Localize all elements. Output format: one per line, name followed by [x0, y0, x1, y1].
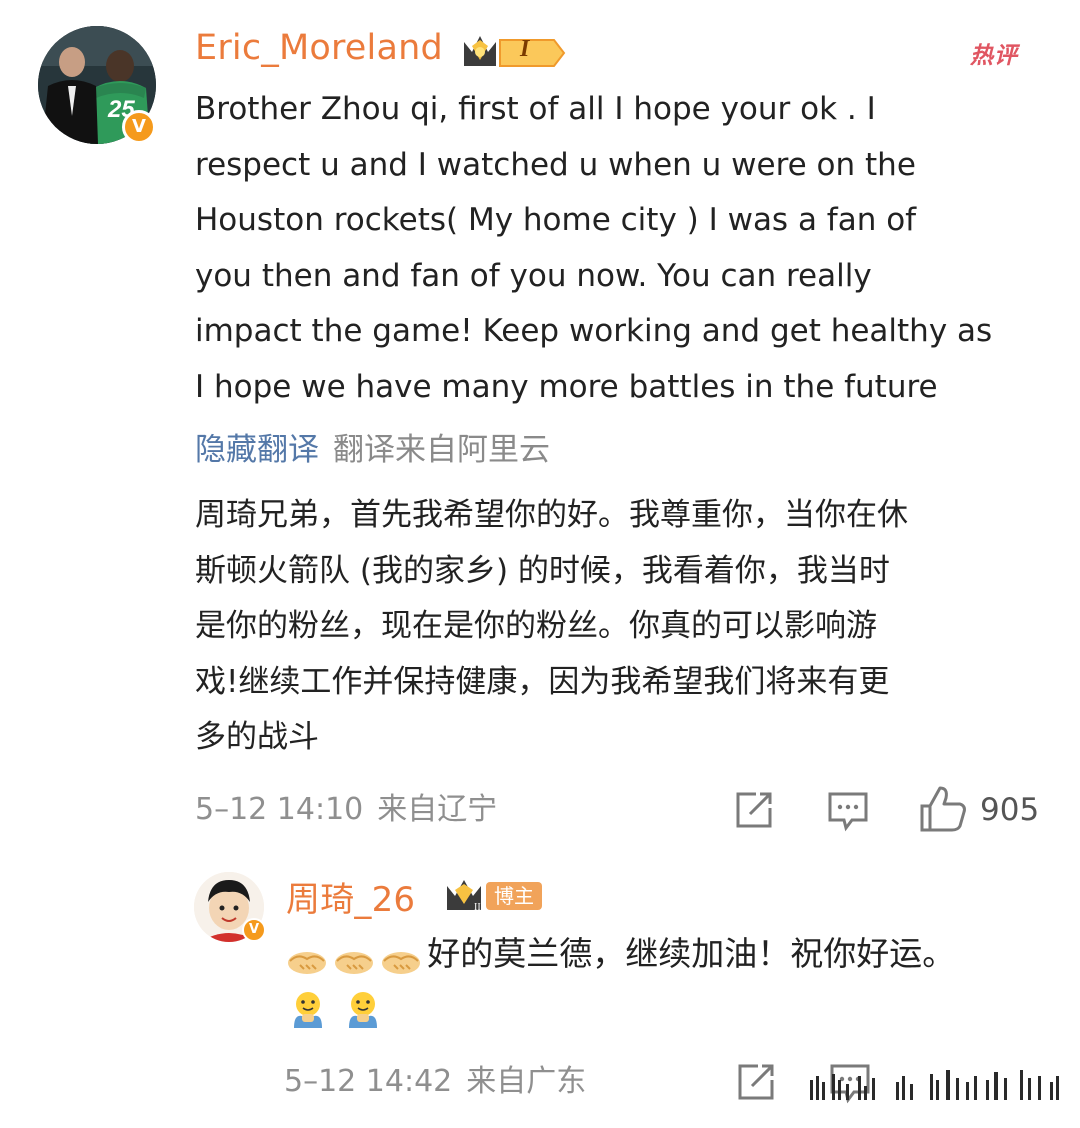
fist-emoji: [288, 992, 333, 1032]
verified-badge: V: [122, 110, 156, 144]
comment-date: 5–12 14:10: [195, 792, 364, 827]
translation-source: 翻译来自阿里云: [333, 432, 550, 468]
reply-crown-badge: II: [444, 878, 486, 918]
reply-meta: 5–12 14:42 来自广东: [284, 1062, 586, 1102]
owner-tag: 博主: [486, 882, 542, 910]
reply-emoji-row: [288, 988, 383, 1032]
repost-icon[interactable]: [732, 788, 776, 832]
reply-text: 好的莫兰德，继续加油！祝你好运。: [427, 934, 956, 973]
hide-translation-link[interactable]: 隐藏翻译: [195, 432, 319, 468]
comment-icon[interactable]: [826, 788, 870, 832]
handshake-emoji: [380, 950, 427, 974]
comment-meta: 5–12 14:10 来自辽宁: [195, 790, 497, 830]
username[interactable]: Eric_Moreland: [195, 28, 443, 68]
comment-location: 来自辽宁: [377, 792, 498, 827]
like-count: 905: [980, 792, 1040, 828]
translation-bar: 隐藏翻译 翻译来自阿里云: [195, 428, 550, 472]
reply-content: 好的莫兰德，继续加油！祝你好运。: [286, 932, 955, 979]
repost-icon[interactable]: [734, 1060, 778, 1104]
reply-location: 来自广东: [466, 1064, 587, 1099]
level-badge: I: [520, 36, 530, 62]
reply-verified-badge: V: [242, 918, 266, 942]
svg-text:II: II: [474, 902, 481, 913]
fist-emoji: [343, 992, 383, 1032]
handshake-emoji: [333, 950, 380, 974]
reply-date: 5–12 14:42: [284, 1064, 453, 1099]
comment-text: Brother Zhou qi, first of all I hope you…: [195, 91, 993, 405]
crown-badge: I: [460, 32, 568, 76]
comment-translation: 周琦兄弟，首先我希望你的好。我尊重你，当你在休 斯顿火箭队 (我的家乡) 的时候…: [195, 497, 908, 755]
handshake-emoji: [286, 950, 333, 974]
reply-username[interactable]: 周琦_26: [286, 872, 415, 921]
watermark: [806, 1066, 1062, 1108]
like-icon[interactable]: [918, 784, 968, 834]
hot-comment-badge: 热评: [970, 43, 1018, 69]
